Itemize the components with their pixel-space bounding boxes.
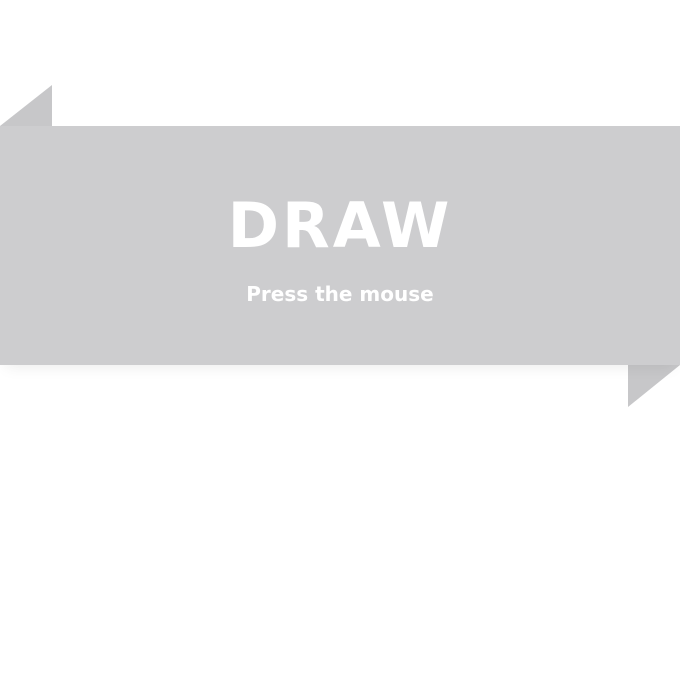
banner-subtitle: Press the mouse [246,282,434,306]
banner-fold-bottom-right [628,365,680,407]
drawing-canvas[interactable]: DRAW Press the mouse [0,0,680,680]
banner-title: DRAW [227,189,453,262]
instruction-banner: DRAW Press the mouse [0,126,680,365]
banner-fold-top-left [0,85,52,126]
